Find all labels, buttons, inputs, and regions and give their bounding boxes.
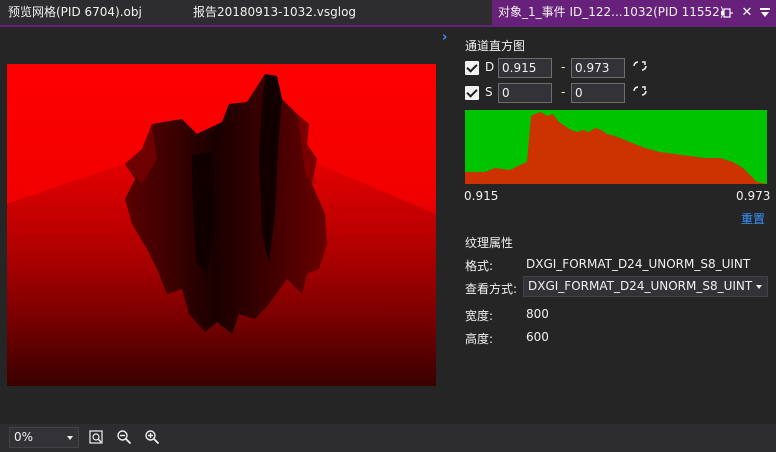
dropdown-menu-icon[interactable] (760, 7, 770, 19)
channel-row-d: D 0.915 - 0.973 (465, 58, 765, 78)
chevron-down-icon (67, 436, 73, 440)
close-icon[interactable]: ✕ (740, 0, 754, 25)
channel-d-max-input[interactable]: 0.973 (571, 58, 625, 78)
chevron-down-icon (756, 285, 762, 289)
fit-to-window-icon[interactable] (88, 429, 104, 445)
height-label: 高度: (465, 332, 494, 346)
refresh-icon[interactable] (632, 85, 648, 97)
channel-d-min-input[interactable]: 0.915 (498, 58, 552, 78)
channel-s-label: S (485, 85, 493, 99)
tab-object-event[interactable]: 对象_1_事件 ID_122...1032(PID 11552) ✕ (492, 0, 776, 27)
channel-row-s: S 0 - 0 (465, 83, 765, 103)
zoom-level-select[interactable]: 0% (9, 427, 79, 448)
texture-preview-canvas[interactable] (7, 64, 436, 386)
histogram-min-label: 0.915 (464, 189, 499, 203)
format-label: 格式: (465, 259, 494, 273)
channel-d-checkbox[interactable] (465, 61, 479, 75)
channel-s-checkbox[interactable] (465, 86, 479, 100)
texture-viewer: › 通道直方图 D 0.915 - 0.973 S 0 - 0 0.915 0.… (0, 27, 776, 424)
width-value: 800 (526, 307, 549, 321)
format-value: DXGI_FORMAT_D24_UNORM_S8_UINT (526, 257, 751, 271)
tab-object-event-label: 对象_1_事件 ID_122...1032(PID 11552) (498, 5, 725, 19)
histogram-bars (465, 112, 767, 184)
height-value: 600 (526, 330, 549, 344)
tab-vsglog-report[interactable]: 报告20180913-1032.vsglog (193, 0, 356, 25)
zoom-out-icon[interactable] (116, 429, 132, 445)
view-as-value: DXGI_FORMAT_D24_UNORM_S8_UINT (528, 279, 753, 293)
bottom-toolbar: 0% (0, 424, 776, 452)
width-label: 宽度: (465, 309, 494, 323)
range-separator: - (561, 85, 566, 99)
properties-panel: 通道直方图 D 0.915 - 0.973 S 0 - 0 0.915 0.97… (456, 27, 776, 424)
view-as-label: 查看方式: (465, 282, 518, 296)
collapse-panel-icon[interactable]: › (442, 30, 447, 45)
texture-properties-title: 纹理属性 (465, 236, 514, 250)
tab-preview-mesh[interactable]: 预览网格(PID 6704).obj (8, 0, 142, 25)
depth-texture-image (7, 74, 436, 386)
zoom-level-value: 0% (14, 430, 34, 444)
pin-icon[interactable] (721, 8, 733, 18)
histogram-max-label: 0.973 (736, 189, 771, 203)
document-tab-strip: 预览网格(PID 6704).obj 报告20180913-1032.vsglo… (0, 0, 776, 27)
refresh-icon[interactable] (632, 60, 648, 72)
zoom-in-icon[interactable] (144, 429, 160, 445)
reset-link[interactable]: 重置 (741, 210, 765, 227)
range-separator: - (561, 60, 566, 74)
histogram-plot (465, 112, 767, 184)
channel-s-min-input[interactable]: 0 (498, 83, 552, 103)
view-as-select[interactable]: DXGI_FORMAT_D24_UNORM_S8_UINT (523, 276, 768, 297)
channel-histogram-title: 通道直方图 (465, 39, 526, 53)
channel-d-label: D (485, 60, 495, 74)
channel-s-max-input[interactable]: 0 (571, 83, 625, 103)
channel-histogram[interactable] (465, 110, 767, 184)
